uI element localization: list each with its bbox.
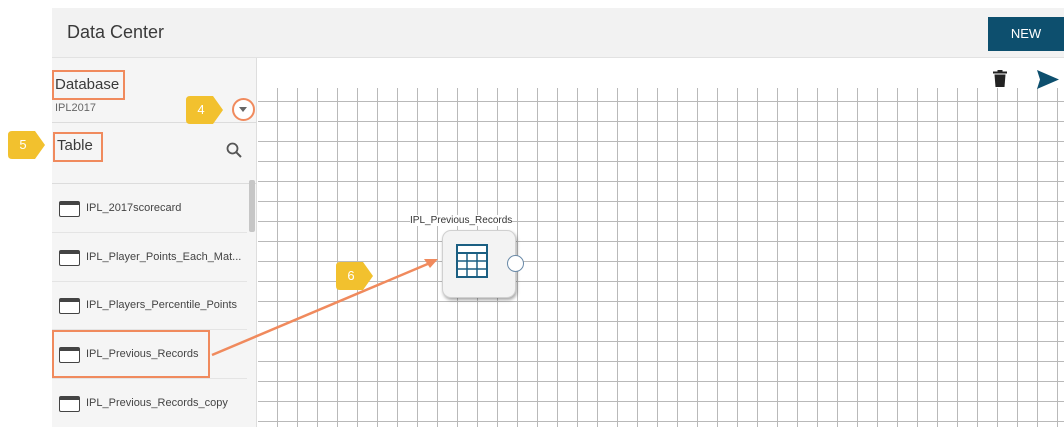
chevron-down-icon — [239, 107, 247, 112]
callout-6: 6 — [336, 262, 374, 290]
table-icon — [59, 201, 80, 217]
node-title: IPL_Previous_Records — [410, 215, 513, 226]
table-grid-icon — [456, 244, 488, 278]
callout-4: 4 — [186, 96, 224, 124]
table-item-label: IPL_Previous_Records_copy — [86, 397, 228, 409]
app-header: Data Center NEW — [52, 8, 1064, 58]
page-title: Data Center — [67, 22, 165, 42]
divider — [52, 183, 257, 184]
table-icon — [59, 250, 80, 266]
divider — [52, 122, 257, 123]
workflow-canvas[interactable]: IPL_Previous_Records — [258, 58, 1064, 427]
database-value: IPL2017 — [55, 102, 96, 114]
send-icon[interactable] — [1037, 70, 1059, 89]
highlight-table — [53, 132, 103, 162]
table-node[interactable] — [442, 230, 516, 298]
trash-icon[interactable] — [993, 70, 1007, 87]
highlight-previous-records — [52, 330, 210, 378]
list-item[interactable]: IPL_Previous_Records_copy — [52, 380, 247, 427]
list-item[interactable]: IPL_2017scorecard — [52, 185, 247, 233]
highlight-database — [52, 70, 125, 100]
canvas-toolbar — [258, 58, 1064, 88]
callout-5: 5 — [8, 131, 46, 159]
table-item-label: IPL_Player_Points_Each_Mat... — [86, 251, 242, 263]
scrollbar[interactable] — [249, 180, 255, 232]
node-output-port[interactable] — [507, 255, 524, 272]
new-button[interactable]: NEW — [988, 17, 1064, 51]
list-item[interactable]: IPL_Player_Points_Each_Mat... — [52, 234, 247, 282]
list-item[interactable]: IPL_Players_Percentile_Points — [52, 282, 247, 330]
table-item-label: IPL_Players_Percentile_Points — [86, 299, 238, 311]
table-icon — [59, 396, 80, 412]
table-icon — [59, 298, 80, 314]
table-item-label: IPL_2017scorecard — [86, 202, 182, 214]
search-icon[interactable] — [225, 141, 243, 159]
database-dropdown-button[interactable] — [232, 98, 255, 121]
